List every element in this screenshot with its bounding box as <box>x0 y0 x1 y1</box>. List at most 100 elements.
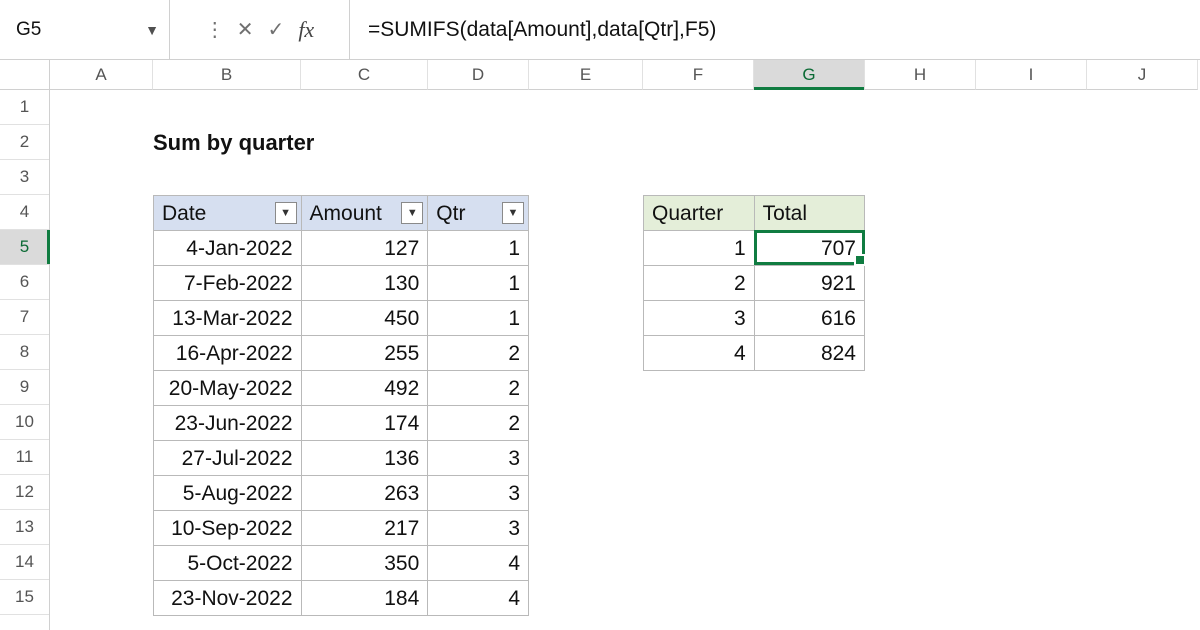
more-icon[interactable]: ⋮ <box>205 17 223 42</box>
cell[interactable]: 4 <box>428 581 529 616</box>
cell[interactable]: 27-Jul-2022 <box>154 441 302 476</box>
cancel-formula-icon[interactable]: ✕ <box>237 17 254 42</box>
cell[interactable]: 5-Aug-2022 <box>154 476 302 511</box>
cell[interactable]: 2 <box>428 371 529 406</box>
worksheet-area[interactable]: Sum by quarter Date ▼ Amount ▼ Qtr ▼ <box>50 90 1200 630</box>
column-header-H[interactable]: H <box>865 60 976 90</box>
cell[interactable]: 7-Feb-2022 <box>154 266 302 301</box>
table-row[interactable]: 4-Jan-20221271 <box>154 231 529 266</box>
row-header-7[interactable]: 7 <box>0 300 49 335</box>
cell[interactable]: 5-Oct-2022 <box>154 546 302 581</box>
chevron-down-icon[interactable]: ▼ <box>145 22 159 38</box>
column-header-I[interactable]: I <box>976 60 1087 90</box>
row-header-8[interactable]: 8 <box>0 335 49 370</box>
select-all-corner[interactable] <box>0 60 50 90</box>
row-header-12[interactable]: 12 <box>0 475 49 510</box>
table-row[interactable]: 1707 <box>644 231 865 266</box>
column-header-A[interactable]: A <box>50 60 153 90</box>
table-row[interactable]: 16-Apr-20222552 <box>154 336 529 371</box>
cell[interactable]: 450 <box>301 301 428 336</box>
cell[interactable]: 20-May-2022 <box>154 371 302 406</box>
cell[interactable]: 127 <box>301 231 428 266</box>
cell[interactable]: 23-Jun-2022 <box>154 406 302 441</box>
table-row[interactable]: 20-May-20224922 <box>154 371 529 406</box>
row-header-2[interactable]: 2 <box>0 125 49 160</box>
row-header-14[interactable]: 14 <box>0 545 49 580</box>
cell[interactable]: 921 <box>754 266 864 301</box>
row-header-6[interactable]: 6 <box>0 265 49 300</box>
column-header-D[interactable]: D <box>428 60 529 90</box>
row-header-11[interactable]: 11 <box>0 440 49 475</box>
cell[interactable]: 10-Sep-2022 <box>154 511 302 546</box>
cell[interactable]: 4 <box>428 546 529 581</box>
row-header-13[interactable]: 13 <box>0 510 49 545</box>
row-header-1[interactable]: 1 <box>0 90 49 125</box>
row-header-16[interactable] <box>0 615 49 630</box>
cell[interactable]: 174 <box>301 406 428 441</box>
summary-header-quarter[interactable]: Quarter <box>644 196 755 231</box>
cell[interactable]: 2 <box>428 336 529 371</box>
cell[interactable]: 1 <box>644 231 755 266</box>
table-row[interactable]: 13-Mar-20224501 <box>154 301 529 336</box>
formula-input[interactable]: =SUMIFS(data[Amount],data[Qtr],F5) <box>350 0 1200 60</box>
cell[interactable]: 3 <box>428 476 529 511</box>
cell[interactable]: 255 <box>301 336 428 371</box>
table-row[interactable]: 27-Jul-20221363 <box>154 441 529 476</box>
cell[interactable]: 4-Jan-2022 <box>154 231 302 266</box>
filter-button[interactable]: ▼ <box>401 202 423 224</box>
table-row[interactable]: 10-Sep-20222173 <box>154 511 529 546</box>
fx-icon[interactable]: fx <box>298 17 314 43</box>
table-row[interactable]: 3616 <box>644 301 865 336</box>
cell[interactable]: 1 <box>428 266 529 301</box>
column-header-B[interactable]: B <box>153 60 301 90</box>
cell[interactable]: 2 <box>428 406 529 441</box>
cell[interactable]: 263 <box>301 476 428 511</box>
cell[interactable]: 1 <box>428 301 529 336</box>
column-header-E[interactable]: E <box>529 60 643 90</box>
cell[interactable]: 4 <box>644 336 755 371</box>
filter-button[interactable]: ▼ <box>502 202 524 224</box>
column-header-F[interactable]: F <box>643 60 754 90</box>
row-header-15[interactable]: 15 <box>0 580 49 615</box>
cell[interactable]: 13-Mar-2022 <box>154 301 302 336</box>
cell[interactable]: 350 <box>301 546 428 581</box>
table-row[interactable]: 5-Oct-20223504 <box>154 546 529 581</box>
cell[interactable]: 3 <box>644 301 755 336</box>
row-header-5[interactable]: 5 <box>0 230 49 265</box>
cell[interactable]: 136 <box>301 441 428 476</box>
table-row[interactable]: 7-Feb-20221301 <box>154 266 529 301</box>
data-table-header-date[interactable]: Date ▼ <box>154 196 302 231</box>
column-header-J[interactable]: J <box>1087 60 1198 90</box>
cell[interactable]: 1 <box>428 231 529 266</box>
column-header-C[interactable]: C <box>301 60 428 90</box>
cell[interactable]: 217 <box>301 511 428 546</box>
cell[interactable]: 2 <box>644 266 755 301</box>
row-header-3[interactable]: 3 <box>0 160 49 195</box>
name-box[interactable]: G5 ▼ <box>0 0 170 60</box>
cell[interactable]: 16-Apr-2022 <box>154 336 302 371</box>
row-header-10[interactable]: 10 <box>0 405 49 440</box>
header-label: Quarter <box>652 202 723 225</box>
table-row[interactable]: 23-Jun-20221742 <box>154 406 529 441</box>
cell[interactable]: 707 <box>754 231 864 266</box>
filter-button[interactable]: ▼ <box>275 202 297 224</box>
cell[interactable]: 23-Nov-2022 <box>154 581 302 616</box>
cell[interactable]: 3 <box>428 441 529 476</box>
table-row[interactable]: 2921 <box>644 266 865 301</box>
table-row[interactable]: 4824 <box>644 336 865 371</box>
cell[interactable]: 3 <box>428 511 529 546</box>
row-header-9[interactable]: 9 <box>0 370 49 405</box>
cell[interactable]: 492 <box>301 371 428 406</box>
column-header-G[interactable]: G <box>754 60 865 90</box>
accept-formula-icon[interactable]: ✓ <box>268 17 285 42</box>
data-table-header-qtr[interactable]: Qtr ▼ <box>428 196 529 231</box>
cell[interactable]: 184 <box>301 581 428 616</box>
cell[interactable]: 824 <box>754 336 864 371</box>
table-row[interactable]: 5-Aug-20222633 <box>154 476 529 511</box>
cell[interactable]: 130 <box>301 266 428 301</box>
row-header-4[interactable]: 4 <box>0 195 49 230</box>
cell[interactable]: 616 <box>754 301 864 336</box>
table-row[interactable]: 23-Nov-20221844 <box>154 581 529 616</box>
summary-header-total[interactable]: Total <box>754 196 864 231</box>
data-table-header-amount[interactable]: Amount ▼ <box>301 196 428 231</box>
